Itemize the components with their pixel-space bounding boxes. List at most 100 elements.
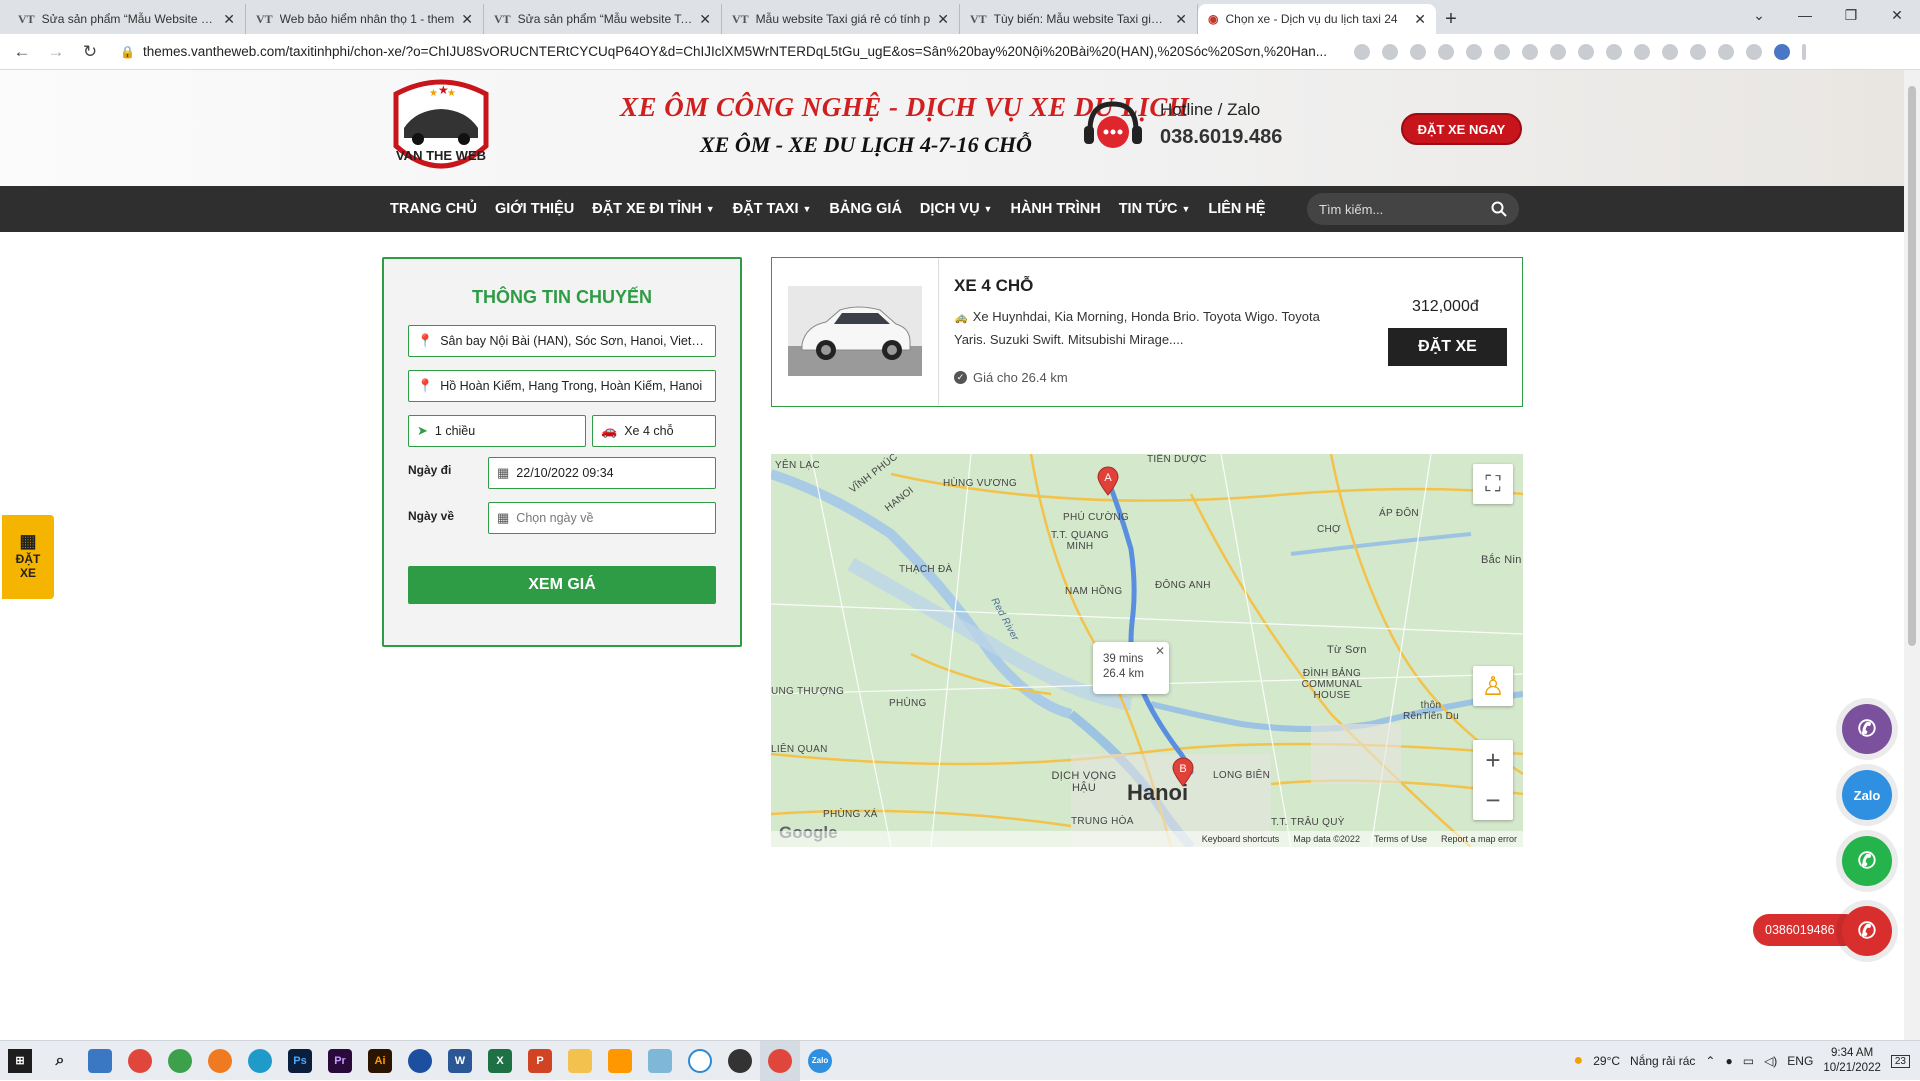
chrome-icon[interactable]	[160, 1041, 200, 1081]
close-icon[interactable]: ✕	[937, 11, 949, 28]
phone-icon[interactable]: ✆	[1842, 906, 1892, 956]
illustrator-icon[interactable]: Ai	[360, 1041, 400, 1081]
nav-item[interactable]: TIN TỨC ▼	[1110, 201, 1200, 217]
nav-item[interactable]: DỊCH VỤ ▼	[911, 201, 1002, 217]
new-tab-button[interactable]: +	[1436, 4, 1466, 34]
side-book-button[interactable]: ▦ ĐẶT XE	[2, 515, 54, 599]
car-type-select[interactable]: 🚗 Xe 4 chỗ	[592, 415, 716, 447]
key-icon[interactable]	[1354, 43, 1370, 60]
extension-icon[interactable]	[1634, 43, 1650, 60]
browser-tab[interactable]: VT Sửa sản phẩm “Mẫu website Taxi ✕	[484, 4, 722, 34]
book-now-button[interactable]: ĐẶT XE NGAY	[1401, 113, 1522, 145]
search-input[interactable]	[1319, 201, 1479, 217]
trip-type-select[interactable]: ➤ 1 chiều	[408, 415, 586, 447]
clock[interactable]: 9:34 AM 10/21/2022	[1823, 1046, 1881, 1076]
close-icon[interactable]: ✕	[1414, 11, 1426, 28]
photoshop-icon[interactable]: Ps	[280, 1041, 320, 1081]
edge-icon[interactable]	[240, 1041, 280, 1081]
minimize-icon[interactable]: —	[1782, 0, 1828, 30]
route-map[interactable]: YÊN LẠC VĨNH PHÚC HANOI HÙNG VƯƠNG PHÚ C…	[771, 454, 1523, 847]
powerpoint-icon[interactable]: P	[520, 1041, 560, 1081]
nav-item[interactable]: BẢNG GIÁ	[820, 201, 911, 217]
depart-date-field[interactable]: ▦ 22/10/2022 09:34	[488, 457, 716, 489]
app-icon[interactable]	[400, 1041, 440, 1081]
app-icon[interactable]	[80, 1041, 120, 1081]
back-icon[interactable]: ←	[8, 38, 36, 66]
extension-icon[interactable]	[1690, 43, 1706, 60]
extension-icon[interactable]	[1522, 43, 1538, 60]
search-box[interactable]	[1307, 193, 1519, 225]
word-icon[interactable]: W	[440, 1041, 480, 1081]
profile-avatar[interactable]	[1774, 43, 1790, 60]
share-icon[interactable]	[1382, 43, 1398, 60]
search-icon[interactable]: ⌕	[40, 1041, 80, 1081]
marker-a-icon[interactable]: A	[1096, 466, 1120, 496]
app-icon[interactable]	[640, 1041, 680, 1081]
address-bar[interactable]: 🔒 themes.vantheweb.com/taxitinhphi/chon-…	[110, 38, 1340, 66]
nav-item[interactable]: ĐẶT TAXI ▼	[724, 201, 821, 217]
zoom-out-icon[interactable]: −	[1473, 780, 1513, 820]
view-price-button[interactable]: XEM GIÁ	[408, 566, 716, 604]
extension-icon[interactable]	[1662, 43, 1678, 60]
tray-chevron-icon[interactable]: ⌃	[1705, 1054, 1715, 1068]
nav-item[interactable]: ĐẶT XE ĐI TỈNH ▼	[583, 201, 723, 217]
search-icon[interactable]	[1491, 201, 1507, 217]
return-date-field[interactable]: ▦ Chọn ngày về	[488, 502, 716, 534]
browser-tab[interactable]: VT Web bảo hiểm nhân thọ 1 - them ✕	[246, 4, 484, 34]
close-icon[interactable]: ✕	[461, 11, 473, 28]
page-scrollbar[interactable]	[1904, 70, 1920, 1040]
close-window-icon[interactable]: ✕	[1874, 0, 1920, 30]
nav-item[interactable]: GIỚI THIỆU	[486, 201, 583, 217]
close-icon[interactable]: ✕	[1155, 644, 1165, 659]
terms-link[interactable]: Terms of Use	[1374, 834, 1427, 844]
extension-icon[interactable]	[1438, 43, 1454, 60]
volume-icon[interactable]: ◁)	[1764, 1054, 1777, 1068]
report-error-link[interactable]: Report a map error	[1441, 834, 1517, 844]
nav-item[interactable]: LIÊN HỆ	[1199, 201, 1274, 217]
puzzle-icon[interactable]	[1718, 43, 1734, 60]
nav-item[interactable]: HÀNH TRÌNH	[1001, 201, 1109, 217]
extension-icon[interactable]	[1578, 43, 1594, 60]
tab-search-icon[interactable]: ⌄	[1736, 0, 1782, 30]
fullscreen-icon[interactable]: ⛶	[1473, 464, 1513, 504]
language-indicator[interactable]: ENG	[1787, 1054, 1813, 1068]
premiere-icon[interactable]: Pr	[320, 1041, 360, 1081]
weather-text[interactable]: Nắng rải rác	[1630, 1054, 1695, 1068]
browser-tab-active[interactable]: ◉ Chọn xe - Dịch vụ du lịch taxi 24 ✕	[1198, 4, 1436, 34]
lock-icon[interactable]: 🔒	[120, 45, 135, 59]
network-icon[interactable]: ▭	[1743, 1054, 1754, 1068]
bookmark-star-icon[interactable]	[1410, 43, 1426, 60]
origin-field[interactable]: 📍 Sân bay Nội Bài (HAN), Sóc Sơn, Hanoi, …	[408, 325, 716, 357]
weather-temp[interactable]: 29°C	[1593, 1054, 1620, 1068]
menu-dots-icon[interactable]	[1802, 43, 1806, 60]
file-explorer-icon[interactable]	[560, 1041, 600, 1081]
site-logo[interactable]: ★ ★★ VAN THE WEB	[386, 76, 496, 180]
windows-start-icon[interactable]: ⊞	[0, 1041, 40, 1081]
whatsapp-icon[interactable]: ✆	[1842, 836, 1892, 886]
browser-tab[interactable]: VT Mẫu website Taxi giá rẻ có tính p ✕	[722, 4, 960, 34]
hotline-number[interactable]: 038.6019.486	[1160, 126, 1282, 149]
zalo-icon[interactable]: Zalo	[800, 1041, 840, 1081]
order-car-button[interactable]: ĐẶT XE	[1388, 328, 1507, 366]
notification-icon[interactable]: 23	[1890, 1054, 1910, 1068]
app-icon[interactable]	[680, 1041, 720, 1081]
maximize-icon[interactable]: ❐	[1828, 0, 1874, 30]
scrollbar-thumb[interactable]	[1908, 86, 1916, 646]
zoom-in-icon[interactable]: +	[1473, 740, 1513, 780]
chrome-icon[interactable]	[120, 1041, 160, 1081]
zalo-icon[interactable]: Zalo	[1842, 770, 1892, 820]
extension-icon[interactable]	[1606, 43, 1622, 60]
sublime-icon[interactable]	[600, 1041, 640, 1081]
browser-tab[interactable]: VT Sửa sản phẩm “Mẫu Website Vận ✕	[8, 4, 246, 34]
excel-icon[interactable]: X	[480, 1041, 520, 1081]
street-view-pegman-icon[interactable]: ♙	[1473, 666, 1513, 706]
keyboard-shortcuts-link[interactable]: Keyboard shortcuts	[1202, 834, 1280, 844]
forward-icon[interactable]: →	[42, 38, 70, 66]
viber-icon[interactable]: ✆	[1842, 704, 1892, 754]
marker-b-icon[interactable]: B	[1171, 757, 1195, 787]
extension-icon[interactable]	[1466, 43, 1482, 60]
firefox-icon[interactable]	[200, 1041, 240, 1081]
reload-icon[interactable]: ↻	[76, 38, 104, 66]
close-icon[interactable]: ✕	[1175, 11, 1187, 28]
browser-tab[interactable]: VT Tùy biến: Mẫu website Taxi giá rẻ ✕	[960, 4, 1198, 34]
